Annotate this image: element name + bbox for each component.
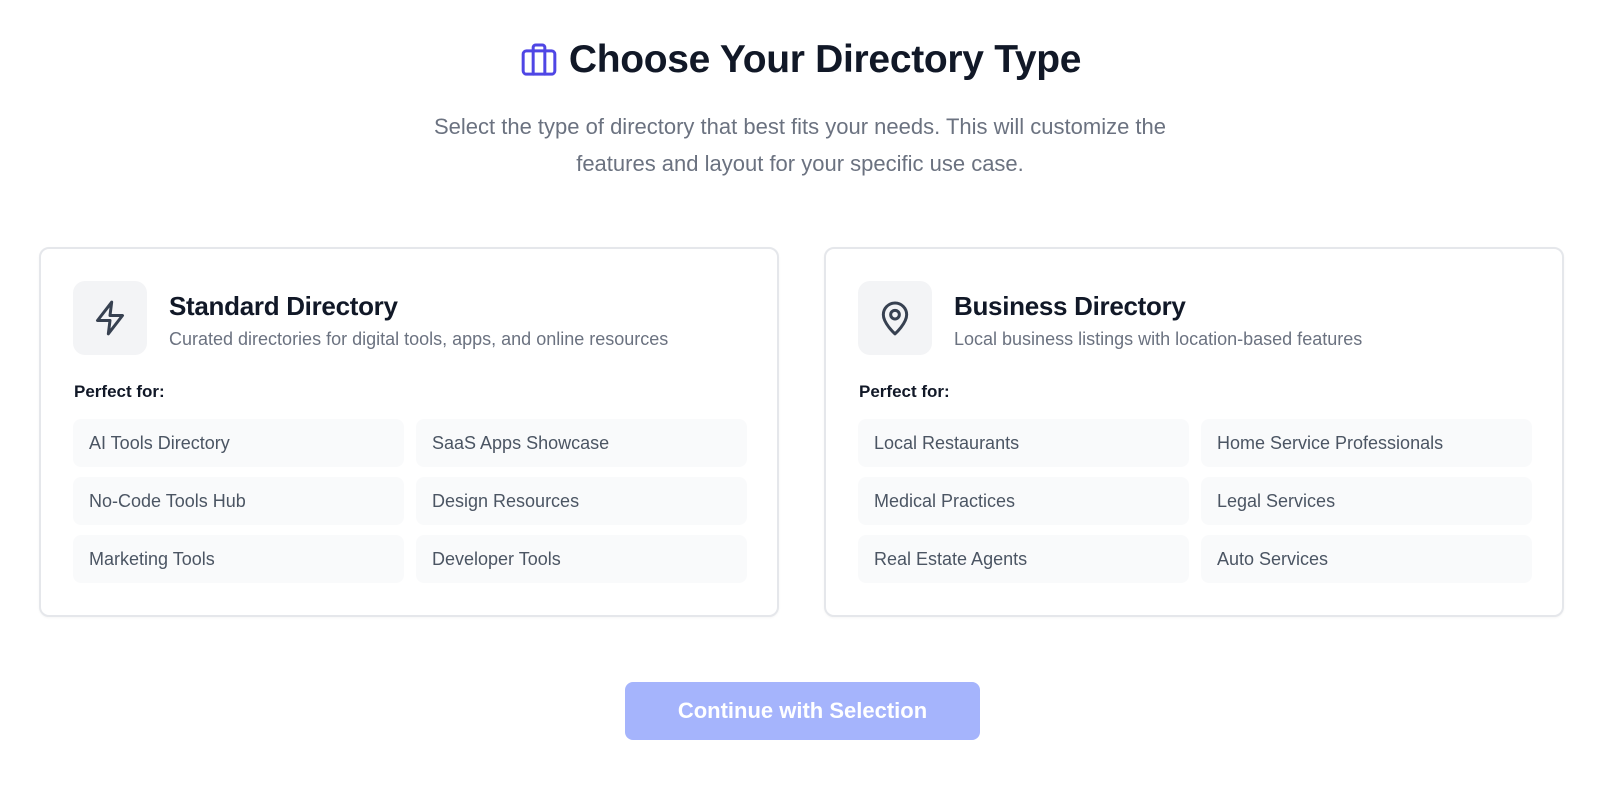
use-case-tags: AI Tools Directory SaaS Apps Showcase No… (73, 419, 747, 583)
map-pin-icon (881, 301, 909, 336)
use-case-tag: Design Resources (416, 477, 747, 525)
use-case-tag: Home Service Professionals (1201, 419, 1532, 467)
use-case-tag: Local Restaurants (858, 419, 1189, 467)
perfect-for-label: Perfect for: (74, 382, 165, 401)
card-title: Standard Directory (169, 291, 398, 321)
use-case-tag: Medical Practices (858, 477, 1189, 525)
use-case-tag: Real Estate Agents (858, 535, 1189, 583)
use-case-tag: SaaS Apps Showcase (416, 419, 747, 467)
use-case-tag: Legal Services (1201, 477, 1532, 525)
continue-button[interactable]: Continue with Selection (625, 682, 980, 740)
use-case-tag: Marketing Tools (73, 535, 404, 583)
use-case-tag: Developer Tools (416, 535, 747, 583)
page-header: Choose Your Directory Type (0, 38, 1600, 82)
use-case-tag: Auto Services (1201, 535, 1532, 583)
perfect-for-label: Perfect for: (859, 382, 950, 401)
use-case-tag: No-Code Tools Hub (73, 477, 404, 525)
lightning-icon (96, 300, 124, 336)
page-subtitle: Select the type of directory that best f… (340, 108, 1260, 182)
use-case-tag: AI Tools Directory (73, 419, 404, 467)
briefcase-icon (521, 43, 557, 76)
card-description: Local business listings with location-ba… (954, 329, 1363, 349)
standard-directory-card[interactable]: Standard Directory Curated directories f… (39, 247, 779, 617)
card-icon-container (858, 281, 932, 355)
card-icon-container (73, 281, 147, 355)
subtitle-line-2: features and layout for your specific us… (576, 151, 1024, 176)
page-title: Choose Your Directory Type (568, 38, 1082, 81)
business-directory-card[interactable]: Business Directory Local business listin… (824, 247, 1564, 617)
use-case-tags: Local Restaurants Home Service Professio… (858, 419, 1532, 583)
card-title: Business Directory (954, 291, 1186, 321)
card-description: Curated directories for digital tools, a… (169, 329, 669, 349)
subtitle-line-1: Select the type of directory that best f… (433, 114, 1167, 139)
directory-type-page: Choose Your Directory Type Select the ty… (0, 0, 1600, 787)
